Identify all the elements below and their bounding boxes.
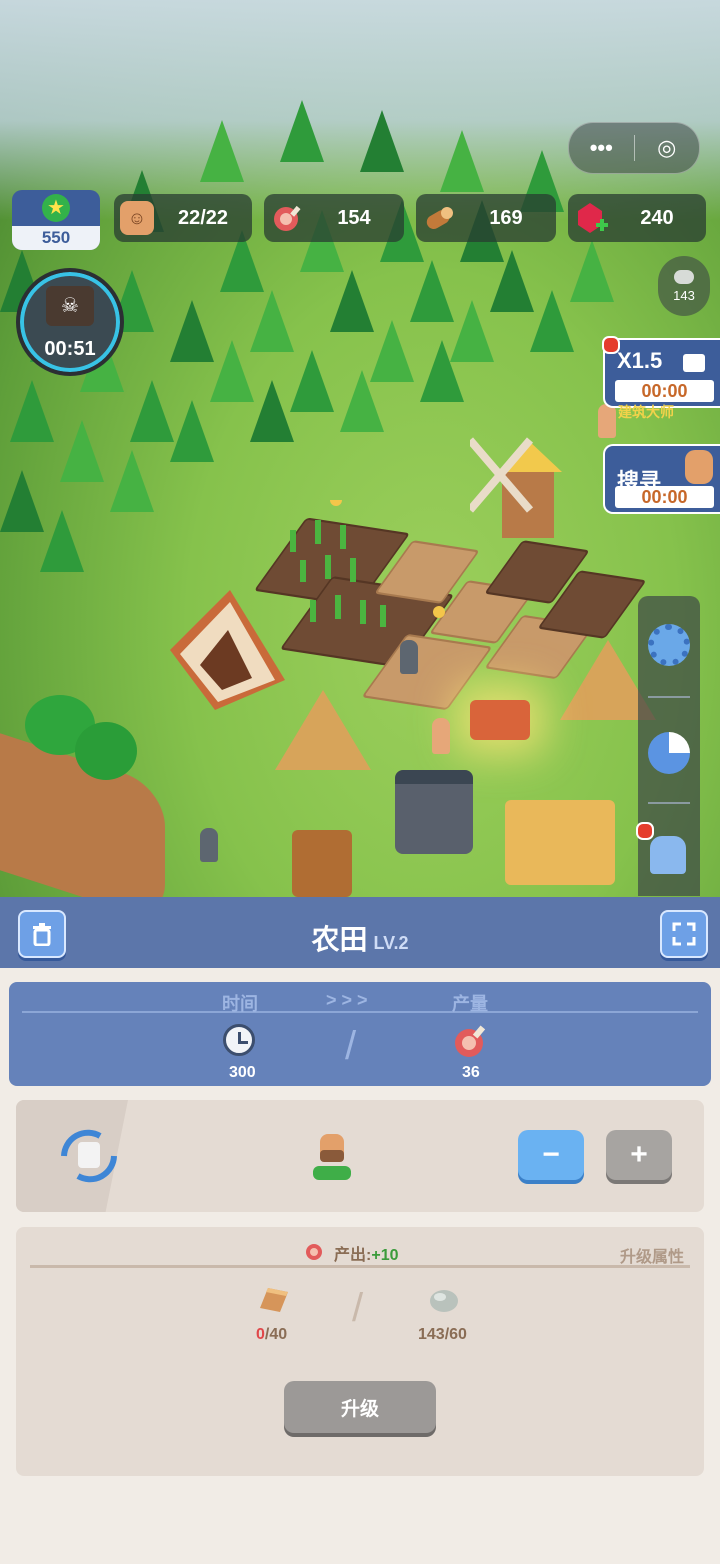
meat-small-icon — [304, 1240, 326, 1267]
builder-banner: 建筑大师 — [618, 404, 674, 420]
requirement-slash: / — [352, 1286, 364, 1330]
notification-dot — [636, 822, 654, 840]
upgrade-button[interactable]: 升级 — [284, 1381, 436, 1433]
stats-slash: / — [345, 1024, 357, 1068]
upgrade-divider — [30, 1265, 690, 1268]
video-icon — [683, 354, 705, 372]
villager-transfer-icon[interactable] — [650, 836, 686, 874]
more-menu-button[interactable]: ••• — [569, 135, 634, 161]
time-label: 时间 — [222, 994, 258, 1014]
mini-program-capsule[interactable]: ••• ◎ — [568, 122, 700, 174]
campfire[interactable] — [470, 700, 530, 740]
building-level: LV.2 — [373, 933, 409, 953]
pirate-ship-timer[interactable]: ☠ 00:51 — [16, 268, 124, 376]
expand-arrows-icon — [672, 922, 696, 946]
bush — [75, 722, 137, 780]
building-name: 农田 — [311, 924, 368, 955]
speed-label: X1.5 — [617, 348, 663, 373]
meat-icon — [270, 201, 304, 235]
wood-counter[interactable]: 169 — [416, 194, 556, 242]
refresh-worker-icon[interactable] — [54, 1126, 124, 1186]
expand-button[interactable] — [660, 910, 708, 958]
stone-icon — [428, 1286, 460, 1319]
output-label: 产量 — [452, 994, 488, 1014]
level-badge[interactable]: ★ 550 — [12, 190, 100, 250]
level-value: 550 — [12, 226, 100, 250]
clock-icon — [223, 1024, 255, 1056]
villager[interactable] — [432, 718, 450, 754]
villager-face-icon: ☺ — [120, 201, 154, 235]
population-counter[interactable]: ☺ 22/22 — [114, 194, 252, 242]
time-value: 300 — [229, 1064, 256, 1081]
meat-counter[interactable]: 154 — [264, 194, 404, 242]
longhouse[interactable] — [160, 570, 290, 710]
notification-dot — [602, 336, 620, 354]
caveman-icon — [685, 450, 713, 484]
toolbar-divider — [648, 802, 690, 804]
output-value: 36 — [462, 1064, 480, 1081]
hut[interactable] — [505, 800, 615, 885]
ship-countdown: 00:51 — [44, 338, 96, 360]
production-label: 产出:+10 — [334, 1247, 399, 1264]
add-worker-button[interactable]: + — [606, 1130, 672, 1180]
star-icon: ★ — [42, 194, 70, 222]
log-icon — [422, 201, 456, 235]
toolbar-divider — [648, 696, 690, 698]
stats-divider — [22, 1011, 698, 1013]
stone-bubble[interactable]: 143 — [658, 256, 710, 316]
search-button[interactable]: 搜寻 00:00 — [603, 444, 720, 514]
arrow-separator: > > > — [326, 990, 368, 1010]
search-timer: 00:00 — [615, 486, 714, 508]
stone-icon — [674, 270, 694, 284]
villager[interactable] — [400, 640, 418, 674]
ruby-plus-icon — [574, 201, 608, 235]
villager[interactable] — [200, 828, 218, 862]
speed-timer: 00:00 — [615, 380, 714, 402]
close-target-button[interactable]: ◎ — [635, 135, 700, 161]
worker-avatar-icon — [311, 1132, 353, 1182]
right-tool-bar — [638, 596, 700, 896]
meat-icon — [452, 1022, 490, 1065]
stone-count: 143 — [673, 288, 695, 303]
wood-plank-icon — [258, 1286, 290, 1319]
windmill[interactable] — [470, 430, 580, 550]
corn-crops — [290, 500, 445, 627]
statistics-pie-icon[interactable] — [648, 732, 690, 774]
woodcutter-post[interactable] — [292, 830, 352, 897]
villager[interactable] — [598, 404, 616, 438]
speed-boost-button[interactable]: X1.5 00:00 — [603, 338, 720, 408]
worker-card: − + — [16, 1100, 704, 1212]
remove-worker-button[interactable]: − — [518, 1130, 584, 1180]
storage-building[interactable] — [395, 770, 473, 854]
stone-requirement: 143/60 — [418, 1326, 467, 1343]
gem-counter[interactable]: 240 — [568, 194, 706, 242]
wood-requirement: 0/40 — [256, 1326, 288, 1343]
settings-gear-icon[interactable] — [648, 624, 690, 666]
pirate-ship-icon: ☠ — [46, 286, 94, 326]
building-title: 农田 LV.2 — [0, 918, 720, 958]
upgrade-attributes-label: 升级属性 — [620, 1249, 685, 1266]
